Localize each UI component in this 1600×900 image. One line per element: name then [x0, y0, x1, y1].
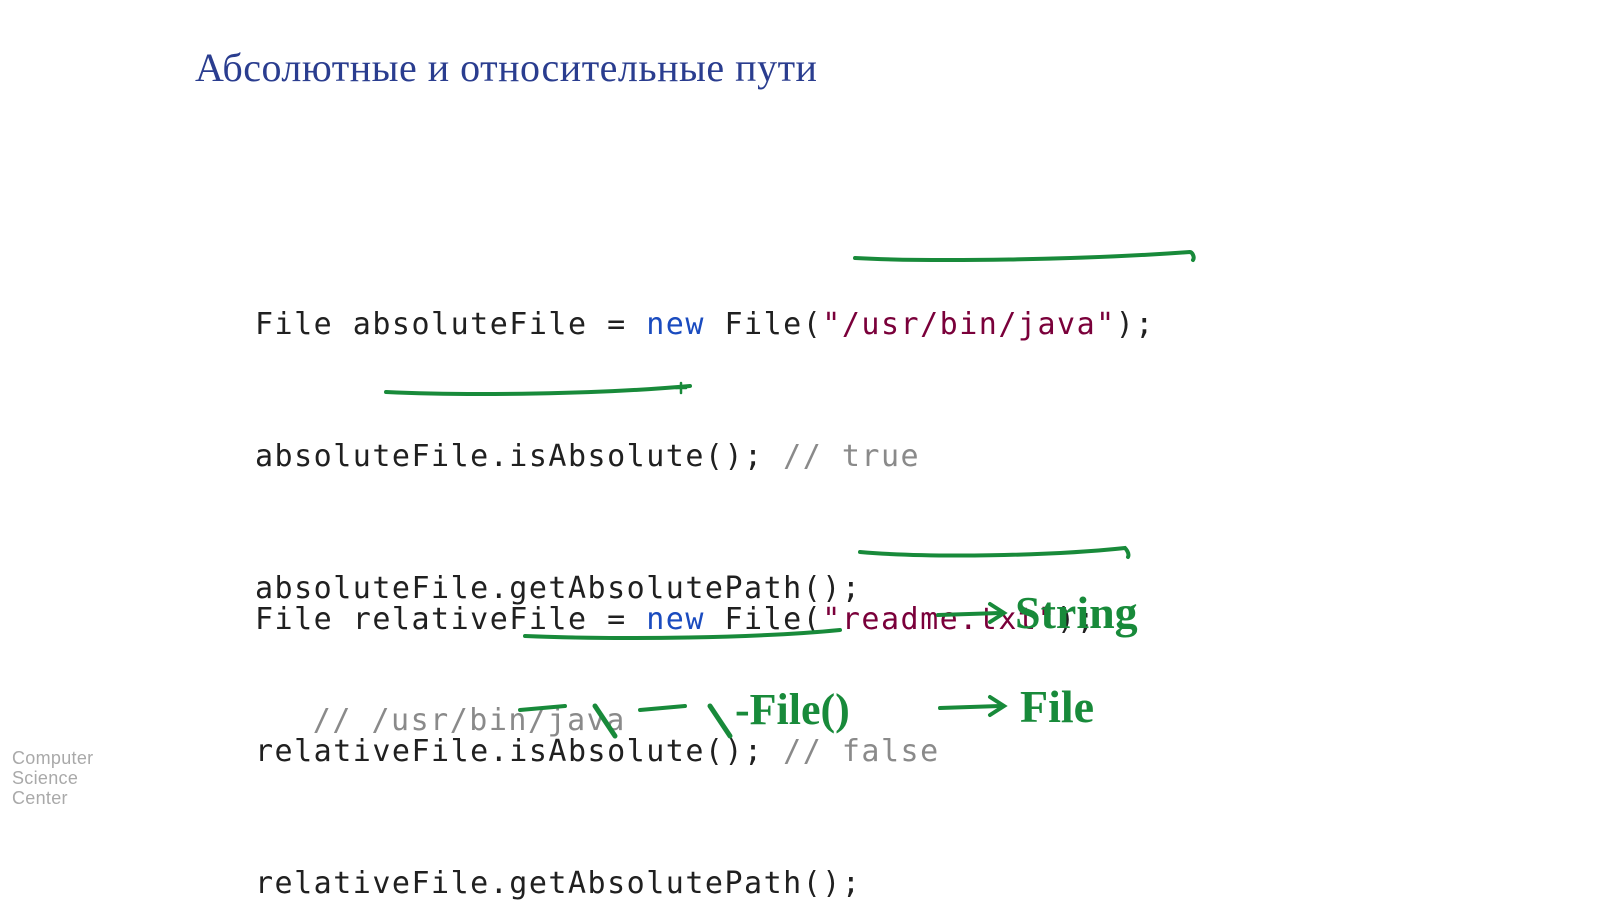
code-line: File relativeFile = new File("readme.txt… — [255, 598, 1096, 642]
code-block-relative: File relativeFile = new File("readme.txt… — [255, 510, 1096, 900]
logo-line: Science — [12, 768, 93, 788]
code-line: File absoluteFile = new File("/usr/bin/j… — [255, 303, 1155, 347]
logo-line: Computer — [12, 748, 93, 768]
slide: Абсолютные и относительные пути File abs… — [0, 0, 1600, 900]
code-line: relativeFile.isAbsolute(); // false — [255, 730, 1096, 774]
code-line: relativeFile.getAbsolutePath(); — [255, 862, 1096, 900]
slide-title: Абсолютные и относительные пути — [195, 44, 817, 91]
logo: Computer Science Center — [12, 748, 93, 808]
logo-line: Center — [12, 788, 93, 808]
code-line: absoluteFile.isAbsolute(); // true — [255, 435, 1155, 479]
